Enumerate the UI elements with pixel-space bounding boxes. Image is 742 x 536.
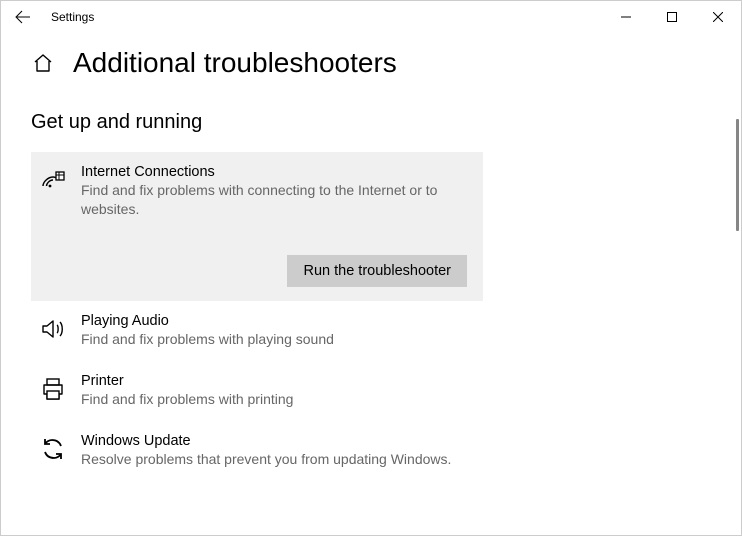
refresh-icon <box>39 435 67 463</box>
troubleshooter-title: Windows Update <box>81 433 471 449</box>
arrow-left-icon <box>15 9 31 25</box>
home-icon <box>33 53 53 73</box>
troubleshooter-title: Playing Audio <box>81 313 471 329</box>
maximize-icon <box>667 12 677 22</box>
app-title: Settings <box>51 10 94 24</box>
minimize-icon <box>621 12 631 22</box>
troubleshooter-printer[interactable]: Printer Find and fix problems with print… <box>31 361 483 421</box>
titlebar: Settings <box>1 1 741 33</box>
home-button[interactable] <box>31 51 55 75</box>
printer-icon <box>39 375 67 403</box>
troubleshooter-desc: Find and fix problems with playing sound <box>81 330 471 349</box>
close-icon <box>713 12 723 22</box>
troubleshooter-desc: Find and fix problems with connecting to… <box>81 181 471 219</box>
content-area: Additional troubleshooters Get up and ru… <box>1 33 741 480</box>
troubleshooter-list: Internet Connections Find and fix proble… <box>31 152 483 480</box>
troubleshooter-windows-update[interactable]: Windows Update Resolve problems that pre… <box>31 421 483 481</box>
troubleshooter-internet-connections[interactable]: Internet Connections Find and fix proble… <box>31 152 483 301</box>
maximize-button[interactable] <box>649 1 695 33</box>
section-title: Get up and running <box>31 111 711 134</box>
back-button[interactable] <box>13 7 33 27</box>
troubleshooter-title: Internet Connections <box>81 164 471 180</box>
troubleshooter-desc: Resolve problems that prevent you from u… <box>81 450 471 469</box>
page-header: Additional troubleshooters <box>31 47 711 79</box>
speaker-icon <box>39 315 67 343</box>
page-title: Additional troubleshooters <box>73 47 397 79</box>
troubleshooter-playing-audio[interactable]: Playing Audio Find and fix problems with… <box>31 301 483 361</box>
troubleshooter-desc: Find and fix problems with printing <box>81 390 471 409</box>
window-controls <box>603 1 741 33</box>
close-button[interactable] <box>695 1 741 33</box>
minimize-button[interactable] <box>603 1 649 33</box>
scrollbar-thumb[interactable] <box>736 119 739 231</box>
run-troubleshooter-button[interactable]: Run the troubleshooter <box>287 255 467 287</box>
troubleshooter-title: Printer <box>81 373 471 389</box>
globe-network-icon <box>39 166 67 194</box>
